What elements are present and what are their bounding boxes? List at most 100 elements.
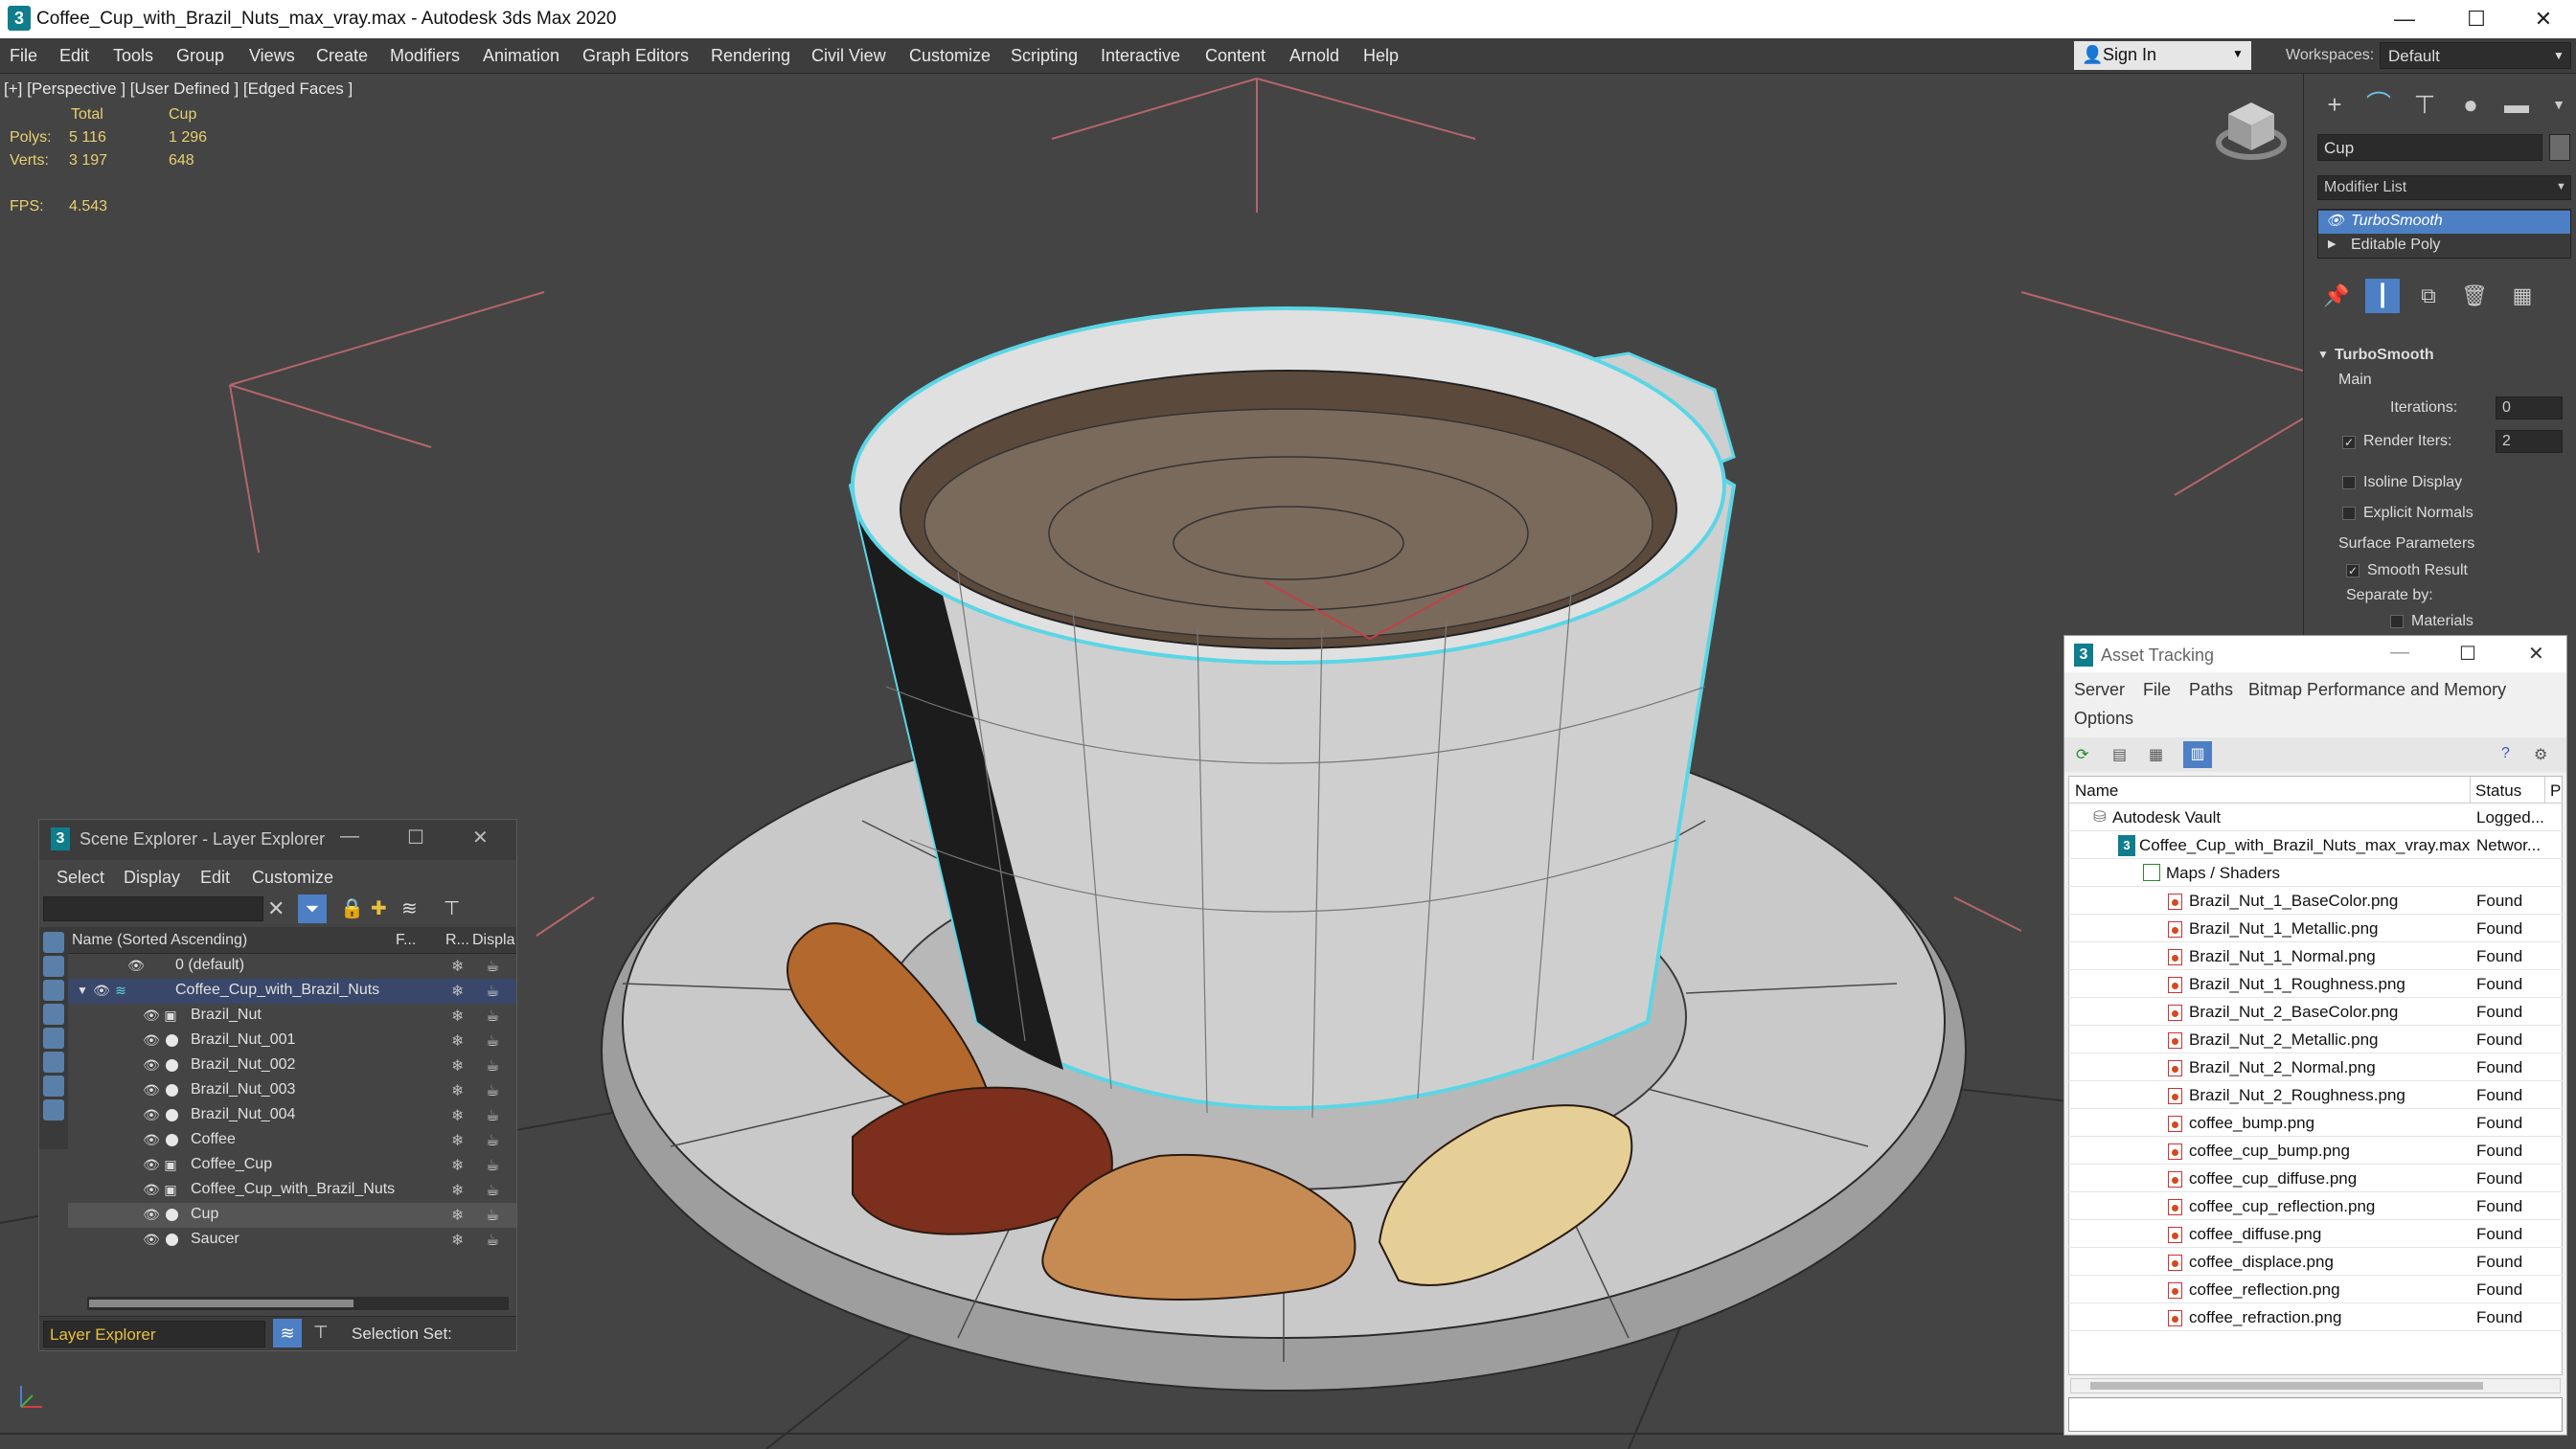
list-item[interactable]: 👁 Saucer ❄ ☕	[68, 1228, 516, 1253]
clear-search-icon[interactable]: ✕	[267, 896, 285, 921]
asset-path-field[interactable]	[2068, 1397, 2563, 1432]
list-item[interactable]: 👁 ▣ Brazil_Nut ❄ ☕	[68, 1004, 516, 1029]
cameras-filter-icon[interactable]	[43, 1004, 64, 1025]
menu-edit[interactable]: Edit	[200, 868, 230, 888]
helpers-filter-icon[interactable]	[43, 1028, 64, 1049]
spacewarps-filter-icon[interactable]	[43, 1052, 64, 1073]
more-tabs-icon[interactable]: ▼	[2542, 87, 2576, 122]
menu-animation[interactable]: Animation	[483, 46, 559, 66]
explorer-type-dropdown[interactable]: Layer Explorer	[43, 1321, 265, 1347]
freeze-icon[interactable]: ❄	[451, 1231, 464, 1250]
maximize-button[interactable]: ☐	[407, 826, 424, 849]
menu-select[interactable]: Select	[57, 868, 104, 888]
maximize-button[interactable]: ☐	[2459, 642, 2476, 666]
close-button[interactable]: ✕	[2528, 642, 2544, 666]
col-freeze-header[interactable]: F...	[396, 932, 416, 949]
grid-view-icon[interactable]: ▥	[2183, 741, 2212, 768]
object-color-swatch[interactable]	[2549, 134, 2570, 161]
materials-checkbox[interactable]	[2390, 615, 2404, 628]
table-row[interactable]: coffee_cup_diffuse.png Found	[2068, 1165, 2563, 1192]
table-row[interactable]: Brazil_Nut_2_BaseColor.png Found	[2068, 998, 2563, 1026]
menu-content[interactable]: Content	[1205, 46, 1265, 66]
lights-filter-icon[interactable]	[43, 980, 64, 1001]
table-row[interactable]: Brazil_Nut_1_Normal.png Found	[2068, 942, 2563, 970]
render-icon[interactable]: ☕	[486, 1231, 499, 1250]
list-item[interactable]: 👁 ▣ Coffee_Cup_with_Brazil_Nuts ❄ ☕	[68, 1178, 516, 1203]
asset-tracking-titlebar[interactable]: 3 Asset Tracking — ☐ ✕	[2064, 636, 2566, 672]
workspaces-select[interactable]: Default ▼	[2380, 42, 2571, 69]
modify-tab-icon[interactable]: ⌒	[2361, 87, 2396, 122]
eye-icon[interactable]: 👁	[143, 1157, 160, 1172]
menu-display[interactable]: Display	[124, 868, 180, 888]
table-row[interactable]: coffee_bump.png Found	[2068, 1109, 2563, 1137]
col-display-header[interactable]: Displa	[472, 932, 514, 949]
viewcube-icon[interactable]	[2216, 102, 2287, 160]
hierarchy-icon[interactable]: ⊤	[444, 896, 460, 920]
render-icon[interactable]: ☕	[486, 982, 499, 1001]
col-name-header[interactable]: Name	[2075, 781, 2118, 801]
table-row[interactable]: ⛁ Autodesk Vault Logged...	[2068, 804, 2563, 831]
render-icon[interactable]: ☕	[486, 1206, 499, 1225]
table-row[interactable]: coffee_cup_bump.png Found	[2068, 1137, 2563, 1165]
freeze-icon[interactable]: ❄	[451, 1181, 464, 1200]
table-row[interactable]: coffee_refraction.png Found	[2068, 1303, 2563, 1331]
object-name-field[interactable]: Cup	[2317, 134, 2542, 161]
table-row[interactable]: coffee_cup_reflection.png Found	[2068, 1192, 2563, 1220]
list-item[interactable]: 👁 Brazil_Nut_001 ❄ ☕	[68, 1029, 516, 1053]
list-icon[interactable]: ▤	[2112, 745, 2127, 764]
render-icon[interactable]: ☕	[486, 1106, 499, 1125]
minimize-button[interactable]: —	[340, 826, 359, 848]
list-item[interactable]: ▼ 👁 ≋ Coffee_Cup_with_Brazil_Nuts ❄ ☕	[68, 979, 516, 1004]
render-iters-spinner[interactable]: 2	[2496, 430, 2563, 453]
freeze-icon[interactable]: ❄	[451, 1156, 464, 1175]
minimize-button[interactable]: —	[2376, 4, 2433, 34]
menu-edit[interactable]: Edit	[59, 46, 89, 66]
filter-icon[interactable]: ⏷	[298, 894, 327, 923]
display-tab-icon[interactable]: ▬	[2499, 87, 2534, 122]
menu-customize[interactable]: Customize	[909, 46, 991, 66]
geometry-filter-icon[interactable]	[43, 932, 64, 953]
freeze-icon[interactable]: ❄	[451, 957, 464, 976]
settings-icon[interactable]: ⚙	[2534, 745, 2547, 764]
menu-scripting[interactable]: Scripting	[1011, 46, 1078, 66]
menu-paths[interactable]: Paths	[2189, 680, 2233, 700]
refresh-icon[interactable]: ⟳	[2076, 745, 2088, 764]
table-row[interactable]: coffee_reflection.png Found	[2068, 1276, 2563, 1303]
eye-icon[interactable]: 👁	[127, 958, 145, 973]
stack-item-turbosmooth[interactable]: 👁 TurboSmooth	[2318, 211, 2570, 234]
eye-icon[interactable]: 👁	[143, 1132, 160, 1147]
menu-rendering[interactable]: Rendering	[711, 46, 790, 66]
render-icon[interactable]: ☕	[486, 1131, 499, 1150]
table-row[interactable]: Brazil_Nut_2_Metallic.png Found	[2068, 1026, 2563, 1053]
freeze-icon[interactable]: ❄	[451, 1056, 464, 1075]
freeze-icon[interactable]: ❄	[451, 1206, 464, 1225]
viewport-label[interactable]: [+] [Perspective ] [User Defined ] [Edge…	[4, 79, 353, 99]
freeze-icon[interactable]: ❄	[451, 1081, 464, 1100]
groups-filter-icon[interactable]	[43, 1075, 64, 1097]
remove-modifier-icon[interactable]: 🗑	[2457, 279, 2492, 313]
list-item[interactable]: 👁 Brazil_Nut_002 ❄ ☕	[68, 1053, 516, 1078]
modifier-list-dropdown[interactable]: Modifier List ▼	[2317, 175, 2571, 200]
maximize-button[interactable]: ☐	[2448, 4, 2505, 34]
iterations-spinner[interactable]: 0	[2496, 396, 2563, 419]
eye-icon[interactable]: 👁	[143, 1107, 160, 1122]
close-button[interactable]: ✕	[2515, 4, 2572, 34]
menu-civil-view[interactable]: Civil View	[811, 46, 886, 66]
pin-stack-icon[interactable]: 📌	[2319, 279, 2354, 313]
table-row[interactable]: Brazil_Nut_1_Metallic.png Found	[2068, 915, 2563, 942]
menu-group[interactable]: Group	[176, 46, 224, 66]
table-row[interactable]: 3 Coffee_Cup_with_Brazil_Nuts_max_vray.m…	[2068, 831, 2563, 859]
hierarchy-icon[interactable]: ⊤	[313, 1323, 329, 1343]
scene-search-input[interactable]	[43, 896, 263, 921]
table-row[interactable]: Brazil_Nut_1_BaseColor.png Found	[2068, 887, 2563, 915]
eye-icon[interactable]: 👁	[93, 983, 110, 998]
menu-interactive[interactable]: Interactive	[1101, 46, 1180, 66]
freeze-icon[interactable]: ❄	[451, 982, 464, 1001]
hierarchy-tab-icon[interactable]: ⊤	[2407, 87, 2442, 122]
horizontal-scrollbar[interactable]	[87, 1297, 509, 1310]
table-row[interactable]: Brazil_Nut_2_Roughness.png Found	[2068, 1081, 2563, 1109]
eye-icon[interactable]: 👁	[143, 1182, 160, 1197]
render-icon[interactable]: ☕	[486, 1007, 499, 1026]
menu-views[interactable]: Views	[249, 46, 295, 66]
create-tab-icon[interactable]: +	[2317, 87, 2352, 122]
